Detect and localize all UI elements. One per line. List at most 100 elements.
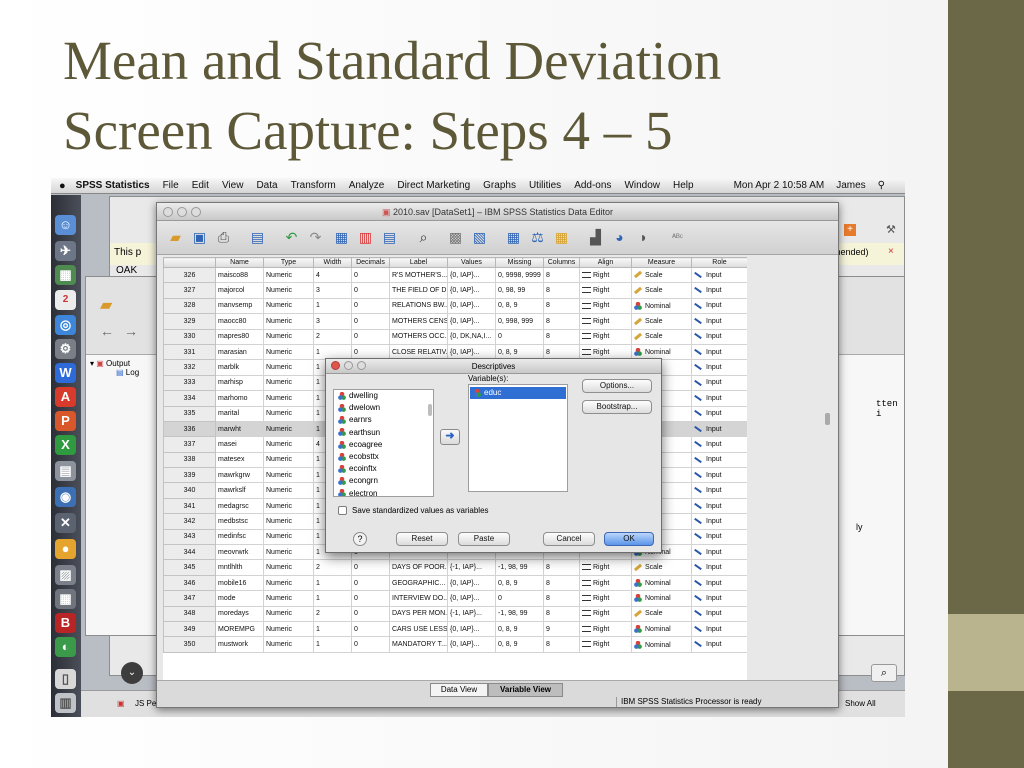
- table-cell[interactable]: 1: [313, 620, 352, 638]
- table-cell[interactable]: -1, 98, 99: [495, 559, 544, 576]
- table-cell[interactable]: Numeric: [263, 467, 314, 484]
- table-cell[interactable]: Input: [691, 266, 747, 284]
- menu-app-name[interactable]: SPSS Statistics: [76, 180, 150, 191]
- table-cell[interactable]: {-1, IAP}...: [447, 559, 496, 576]
- table-cell[interactable]: Input: [691, 436, 747, 453]
- table-cell[interactable]: DAYS PER MON...: [389, 605, 448, 622]
- table-cell[interactable]: Right: [579, 574, 632, 592]
- table-cell[interactable]: 334: [163, 390, 216, 407]
- menubar-user[interactable]: James: [836, 180, 865, 191]
- table-cell[interactable]: maisco88: [215, 266, 264, 284]
- table-cell[interactable]: 8: [543, 574, 580, 592]
- table-cell[interactable]: 4: [313, 266, 352, 284]
- cancel-button[interactable]: Cancel: [543, 532, 595, 546]
- output-tree-log[interactable]: ▤ Log: [90, 368, 139, 377]
- search-icon[interactable]: ⌕: [871, 664, 897, 682]
- show-all-button[interactable]: Show All: [845, 699, 876, 708]
- calculator-icon[interactable]: ▦: [55, 589, 76, 609]
- table-cell[interactable]: Input: [691, 467, 747, 484]
- table-cell[interactable]: marblk: [215, 359, 264, 376]
- table-cell[interactable]: Numeric: [263, 328, 314, 345]
- table-cell[interactable]: 337: [163, 436, 216, 453]
- table-cell[interactable]: 341: [163, 497, 216, 515]
- dialog-minimize-icon[interactable]: [344, 361, 353, 370]
- launchpad-icon[interactable]: ✈: [55, 241, 76, 261]
- table-row[interactable]: 349 MOREMPG Numeric 1 0 CARS USE LESS... {0, I…: [163, 620, 747, 638]
- table-cell[interactable]: mawrkgrw: [215, 467, 264, 484]
- table-cell[interactable]: 342: [163, 513, 216, 530]
- selected-variable-item[interactable]: educ: [470, 387, 566, 399]
- table-cell[interactable]: Right: [579, 605, 632, 622]
- table-cell[interactable]: Input: [691, 528, 747, 546]
- table-cell[interactable]: 8: [543, 559, 580, 576]
- table-cell[interactable]: Right: [579, 313, 632, 330]
- goto-variable-icon[interactable]: ▥: [355, 226, 376, 248]
- table-cell[interactable]: Input: [691, 605, 747, 622]
- table-cell[interactable]: 346: [163, 574, 216, 592]
- table-cell[interactable]: 8: [543, 297, 580, 315]
- table-cell[interactable]: Right: [579, 297, 632, 315]
- table-row[interactable]: 345 mntlhlth Numeric 2 0 DAYS OF POOR... {-1, …: [163, 559, 747, 576]
- table-cell[interactable]: MANDATORY T...: [389, 636, 448, 653]
- table-cell[interactable]: {0, IAP}...: [447, 297, 496, 315]
- table-cell[interactable]: 332: [163, 359, 216, 376]
- undo-icon[interactable]: ↶: [281, 226, 302, 248]
- word-icon[interactable]: W: [55, 363, 76, 383]
- column-header[interactable]: [163, 257, 216, 268]
- save-standardized-row[interactable]: Save standardized values as variables: [338, 506, 489, 515]
- table-cell[interactable]: {0, IAP}...: [447, 620, 496, 638]
- table-cell[interactable]: {0, IAP}...: [447, 590, 496, 607]
- table-cell[interactable]: Scale: [631, 313, 692, 330]
- show-all-variables-icon[interactable]: ◗: [633, 226, 654, 248]
- table-cell[interactable]: Numeric: [263, 605, 314, 622]
- table-cell[interactable]: 1: [313, 636, 352, 653]
- table-cell[interactable]: 339: [163, 467, 216, 484]
- spell-check-icon[interactable]: ᴬᴮᶜ: [667, 226, 688, 248]
- table-cell[interactable]: medinfsc: [215, 528, 264, 546]
- green-app-icon[interactable]: ◐: [55, 637, 76, 657]
- table-row[interactable]: 347 mode Numeric 1 0 INTERVIEW DO... {0, IAP}.…: [163, 590, 747, 607]
- table-cell[interactable]: MOREMPG: [215, 620, 264, 638]
- table-cell[interactable]: Numeric: [263, 590, 314, 607]
- table-cell[interactable]: 336: [163, 420, 216, 438]
- column-header[interactable]: Name: [215, 257, 264, 268]
- table-cell[interactable]: Numeric: [263, 297, 314, 315]
- column-header[interactable]: Type: [263, 257, 314, 268]
- calendar-icon[interactable]: 2: [55, 290, 76, 310]
- table-cell[interactable]: 0, 8, 9: [495, 297, 544, 315]
- table-cell[interactable]: 0, 98, 99: [495, 282, 544, 299]
- table-cell[interactable]: Numeric: [263, 313, 314, 330]
- list-item[interactable]: earthsun: [334, 427, 433, 439]
- table-cell[interactable]: 2: [313, 559, 352, 576]
- table-cell[interactable]: Nominal: [631, 297, 692, 315]
- table-cell[interactable]: {-1, IAP}...: [447, 605, 496, 622]
- table-cell[interactable]: {0, IAP}...: [447, 574, 496, 592]
- table-cell[interactable]: marhomo: [215, 390, 264, 407]
- table-cell[interactable]: Nominal: [631, 636, 692, 653]
- table-cell[interactable]: Numeric: [263, 482, 314, 499]
- table-cell[interactable]: mntlhlth: [215, 559, 264, 576]
- menu-data[interactable]: Data: [256, 180, 277, 191]
- table-cell[interactable]: Input: [691, 282, 747, 299]
- table-cell[interactable]: 0: [351, 313, 390, 330]
- table-cell[interactable]: {0, DK,NA,I...: [447, 328, 496, 345]
- tools-icon[interactable]: ✕: [55, 513, 76, 533]
- table-cell[interactable]: 3: [313, 282, 352, 299]
- app-store-icon[interactable]: ▦: [55, 265, 76, 285]
- table-cell[interactable]: Input: [691, 343, 747, 361]
- table-row[interactable]: 348 moredays Numeric 2 0 DAYS PER MON... {-1, …: [163, 605, 747, 622]
- list-item[interactable]: dwelown: [334, 402, 433, 414]
- table-cell[interactable]: Numeric: [263, 497, 314, 515]
- table-row[interactable]: 326 maisco88 Numeric 4 0 R'S MOTHER'S... {0, I…: [163, 266, 747, 284]
- find-icon[interactable]: ⌕: [413, 226, 434, 248]
- minimize-icon[interactable]: [177, 207, 187, 217]
- grid-scroll-thumb[interactable]: [825, 413, 830, 425]
- table-cell[interactable]: Input: [691, 451, 747, 469]
- table-cell[interactable]: Input: [691, 513, 747, 530]
- table-cell[interactable]: 8: [543, 328, 580, 345]
- table-cell[interactable]: 0, 9998, 9999: [495, 266, 544, 284]
- table-cell[interactable]: GEOGRAPHIC...: [389, 574, 448, 592]
- menu-graphs[interactable]: Graphs: [483, 180, 516, 191]
- table-cell[interactable]: 8: [543, 313, 580, 330]
- table-cell[interactable]: Right: [579, 266, 632, 284]
